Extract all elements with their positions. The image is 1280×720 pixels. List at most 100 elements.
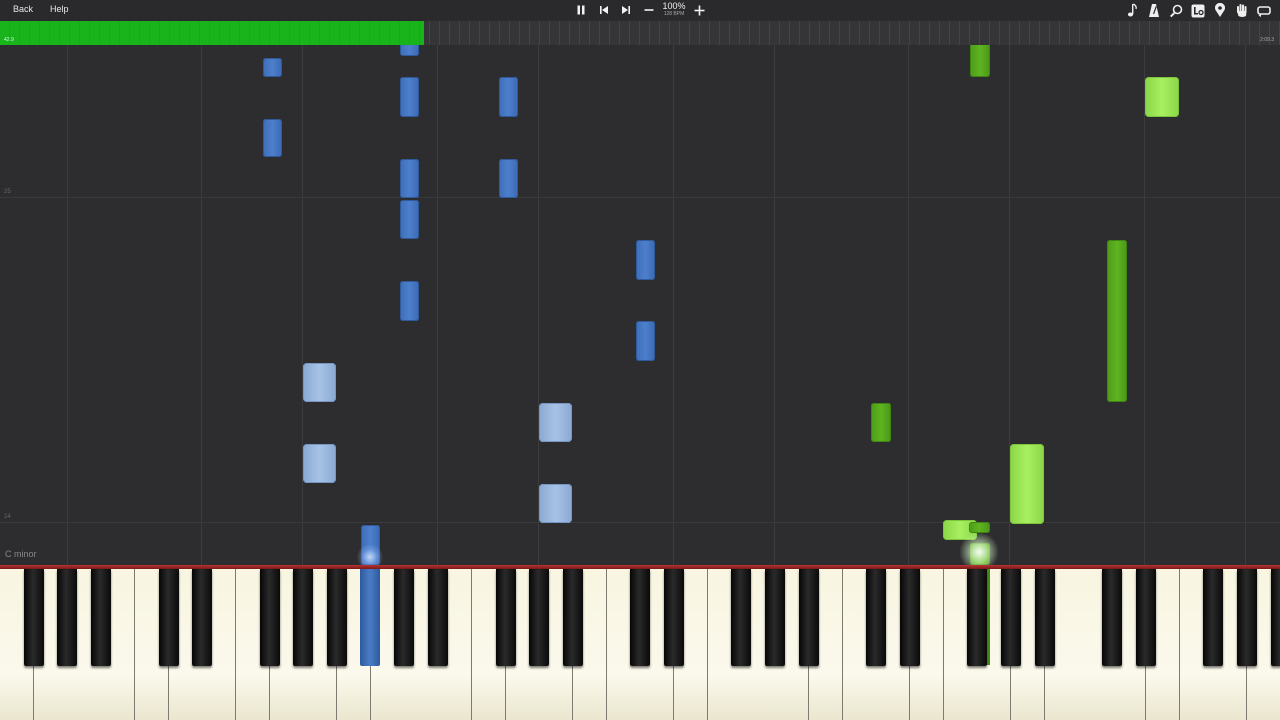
tempo-increase-button[interactable] <box>690 2 708 18</box>
note-right-hand <box>1010 444 1044 524</box>
black-key[interactable] <box>23 569 44 666</box>
skip-forward-icon <box>622 6 630 14</box>
skip-forward-button[interactable] <box>617 2 635 18</box>
search-button[interactable] <box>1167 2 1185 19</box>
progress-total-time: 2:09.3 <box>1260 37 1274 43</box>
progress-current-time: 42.9 <box>4 37 14 43</box>
black-key[interactable] <box>899 569 920 666</box>
note-right-hand <box>969 522 990 533</box>
measure-number: 24 <box>4 514 11 520</box>
black-key[interactable] <box>1034 569 1055 666</box>
pressed-black-key[interactable] <box>360 569 380 666</box>
note-left-hand <box>263 119 282 157</box>
note-left-hand <box>400 77 419 117</box>
note-right-hand <box>1145 77 1179 117</box>
note-left-hand <box>636 321 655 361</box>
tempo-decrease-button[interactable] <box>640 2 658 18</box>
black-key[interactable] <box>428 569 449 666</box>
measure-number: 25 <box>4 189 11 195</box>
black-key[interactable] <box>259 569 280 666</box>
note-left-hand <box>539 403 572 442</box>
note-right-hand <box>1107 240 1127 402</box>
key-signature-label: C minor <box>5 549 37 559</box>
key-guide-line <box>67 45 68 565</box>
note-left-hand <box>400 159 419 198</box>
magnifier-icon <box>1170 4 1183 17</box>
note-right-hand <box>871 403 891 442</box>
location-pin-icon <box>1215 3 1225 17</box>
black-key[interactable] <box>91 569 112 666</box>
note-left-hand <box>499 77 518 117</box>
pause-button[interactable] <box>572 2 590 18</box>
loop-icon <box>1257 5 1271 17</box>
black-key[interactable] <box>57 569 78 666</box>
note-left-hand <box>400 45 419 56</box>
note-right-hand-active <box>970 543 990 565</box>
piano-keyboard[interactable] <box>0 565 1280 720</box>
note-left-hand <box>400 200 419 239</box>
key-guide-line <box>201 45 202 565</box>
black-key[interactable] <box>1236 569 1257 666</box>
black-key[interactable] <box>562 569 583 666</box>
black-key[interactable] <box>327 569 347 666</box>
hand-button[interactable] <box>1233 2 1251 19</box>
black-key[interactable] <box>529 569 550 666</box>
label-button[interactable] <box>1189 2 1207 19</box>
black-key[interactable] <box>866 569 887 666</box>
black-key[interactable] <box>1203 569 1224 666</box>
black-key[interactable] <box>293 569 314 666</box>
black-key[interactable] <box>1102 569 1123 666</box>
pause-icon <box>577 5 585 15</box>
measure-line <box>0 522 1280 523</box>
black-key[interactable] <box>158 569 179 666</box>
note-left-hand <box>636 240 655 280</box>
progress-fill <box>0 21 424 45</box>
black-key[interactable] <box>765 569 786 666</box>
black-key[interactable] <box>664 569 684 666</box>
metronome-icon <box>1149 4 1159 17</box>
note-left-hand <box>400 281 419 321</box>
key-guide-line <box>302 45 303 565</box>
skip-back-button[interactable] <box>595 2 613 18</box>
plus-icon <box>694 5 704 15</box>
note-left-hand-active <box>361 525 380 565</box>
location-pin-button[interactable] <box>1211 2 1229 19</box>
black-key[interactable] <box>967 569 988 666</box>
skip-back-icon <box>600 6 608 14</box>
black-key[interactable] <box>1001 569 1021 666</box>
black-key[interactable] <box>192 569 213 666</box>
note-left-hand <box>303 444 336 483</box>
black-key[interactable] <box>798 569 819 666</box>
note-left-hand <box>303 363 336 402</box>
black-key[interactable] <box>1135 569 1156 666</box>
key-guide-line <box>908 45 909 565</box>
music-note-button[interactable] <box>1123 2 1141 19</box>
toolbar: Back Help 100% 128 BPM <box>0 0 1280 21</box>
tempo-display: 100% 128 BPM <box>658 2 690 18</box>
black-key[interactable] <box>394 569 415 666</box>
measure-line <box>0 197 1280 198</box>
progress-bar[interactable]: 42.9 2:09.3 <box>0 21 1280 45</box>
note-right-hand <box>970 45 990 77</box>
piano-roll: 25 24 <box>0 45 1280 565</box>
black-key[interactable] <box>1270 569 1280 666</box>
music-note-icon <box>1127 3 1137 17</box>
key-guide-line <box>437 45 438 565</box>
help-button[interactable]: Help <box>50 4 69 14</box>
metronome-button[interactable] <box>1145 2 1163 19</box>
key-guide-line <box>1245 45 1246 565</box>
note-left-hand <box>263 58 282 77</box>
back-button[interactable]: Back <box>13 4 33 14</box>
hand-icon <box>1237 4 1247 17</box>
loop-button[interactable] <box>1255 2 1273 19</box>
note-left-hand <box>539 484 572 523</box>
label-icon <box>1191 4 1205 17</box>
tempo-bpm: 128 BPM <box>663 11 685 17</box>
key-guide-line <box>1144 45 1145 565</box>
tempo-percent: 100% <box>662 1 686 11</box>
black-key[interactable] <box>495 569 516 666</box>
black-key[interactable] <box>630 569 651 666</box>
note-left-hand <box>499 159 518 198</box>
black-key[interactable] <box>731 569 752 666</box>
key-guide-line <box>673 45 674 565</box>
